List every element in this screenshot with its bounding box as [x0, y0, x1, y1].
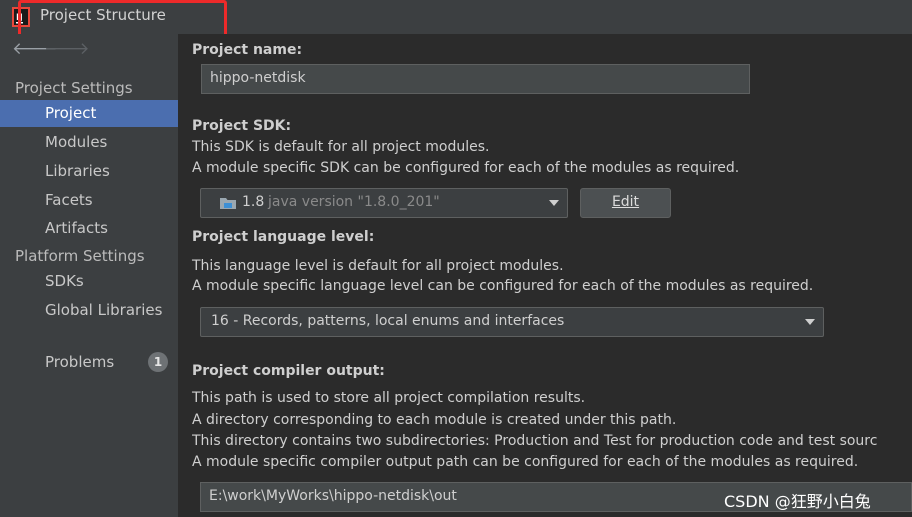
language-description-1: This language level is default for all p…	[192, 258, 564, 274]
sidebar-item-libraries[interactable]: Libraries	[0, 158, 178, 185]
output-description-1: This path is used to store all project c…	[192, 390, 586, 406]
project-name-label: Project name:	[192, 42, 303, 58]
output-description-3: This directory contains two subdirectori…	[192, 433, 878, 449]
language-level-value: 16 - Records, patterns, local enums and …	[211, 313, 565, 329]
sidebar: 🡐 🡒 Project Settings Project Modules Lib…	[0, 34, 178, 517]
sdk-version-detail: java version "1.8.0_201"	[268, 194, 440, 210]
project-name-input[interactable]: hippo-netdisk	[201, 64, 750, 94]
sidebar-item-modules[interactable]: Modules	[0, 129, 178, 156]
output-description-4: A module specific compiler output path c…	[192, 454, 859, 470]
sdk-select[interactable]: 1.8 java version "1.8.0_201"	[200, 188, 568, 218]
output-description-2: A directory corresponding to each module…	[192, 412, 677, 428]
problems-count-badge: 1	[148, 352, 168, 372]
sidebar-item-artifacts[interactable]: Artifacts	[0, 215, 178, 242]
sidebar-item-project[interactable]: Project	[0, 100, 178, 127]
csdn-watermark: CSDN @狂野小白兔	[724, 492, 871, 511]
language-level-label: Project language level:	[192, 229, 375, 245]
chevron-down-icon	[549, 200, 559, 206]
sdk-description-1: This SDK is default for all project modu…	[192, 139, 490, 155]
compiler-output-label: Project compiler output:	[192, 363, 385, 379]
forward-arrow-icon[interactable]: 🡒	[44, 39, 90, 59]
sidebar-item-global-libraries[interactable]: Global Libraries	[0, 297, 178, 324]
chevron-down-icon	[805, 319, 815, 325]
platform-settings-heading: Platform Settings	[15, 247, 145, 265]
project-settings-heading: Project Settings	[15, 79, 133, 97]
sdk-folder-icon	[220, 198, 236, 209]
project-settings-panel: Project name: hippo-netdisk Project SDK:…	[178, 34, 912, 517]
language-description-2: A module specific language level can be …	[192, 278, 814, 294]
sidebar-item-facets[interactable]: Facets	[0, 187, 178, 214]
sdk-version: 1.8	[242, 194, 265, 210]
sidebar-item-sdks[interactable]: SDKs	[0, 268, 178, 295]
project-sdk-label: Project SDK:	[192, 118, 292, 134]
sdk-description-2: A module specific SDK can be configured …	[192, 160, 740, 176]
language-level-select[interactable]: 16 - Records, patterns, local enums and …	[200, 307, 824, 337]
edit-sdk-button[interactable]: Edit	[580, 188, 671, 218]
